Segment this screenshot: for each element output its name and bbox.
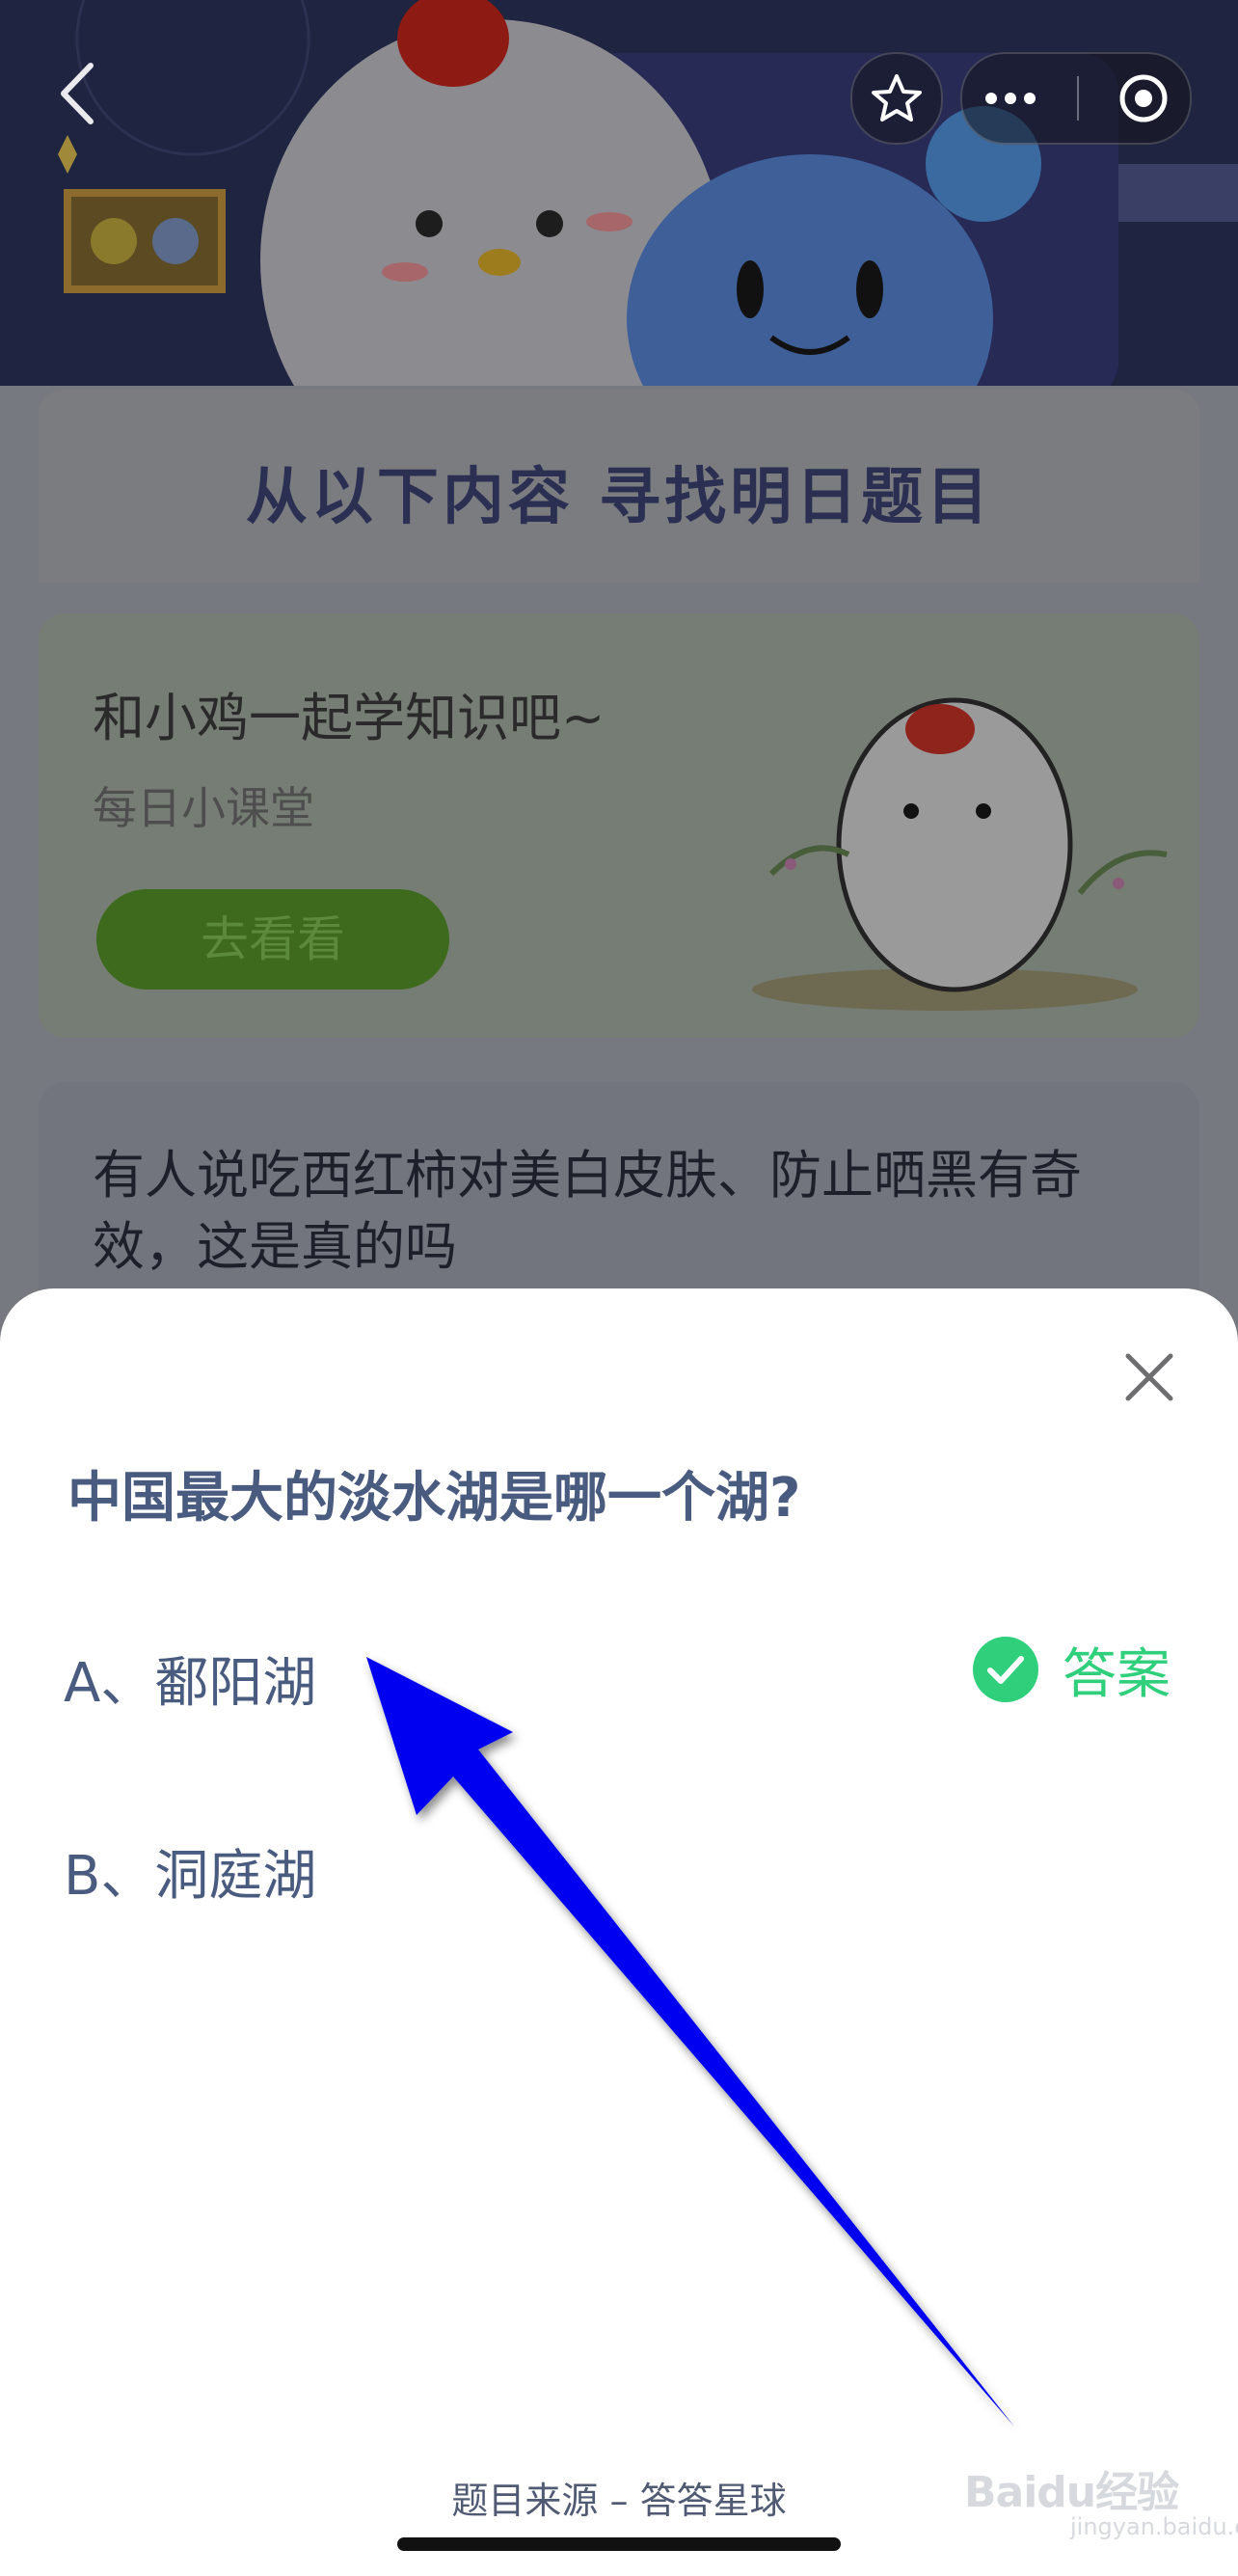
- lesson-card-title: 和小鸡一起学知识吧~: [93, 688, 606, 748]
- option-a[interactable]: A、鄱阳湖: [64, 1640, 316, 1718]
- lesson-card-subtitle: 每日小课堂: [93, 782, 314, 834]
- question-card-text: 有人说吃西红柿对美白皮肤、防止晒黑有奇效，这是真的吗: [93, 1145, 1082, 1277]
- chevron-left-icon[interactable]: [48, 60, 106, 127]
- find-question-board: 从以下内容 寻找明日题目: [39, 390, 1199, 583]
- star-icon: [872, 74, 922, 122]
- option-b[interactable]: B、洞庭湖: [64, 1832, 316, 1911]
- board-title: 从以下内容 寻找明日题目: [245, 462, 993, 533]
- mini-program-capsule: [960, 52, 1192, 145]
- lesson-card[interactable]: 和小鸡一起学知识吧~ 每日小课堂 去看看: [39, 613, 1199, 1038]
- more-dots-icon[interactable]: [982, 89, 1039, 108]
- home-indicator: [397, 2537, 841, 2551]
- quiz-question: 中国最大的淡水湖是哪一个湖?: [67, 1467, 801, 1530]
- close-icon[interactable]: [1122, 1350, 1176, 1404]
- check-circle-icon: [973, 1637, 1038, 1702]
- chicken-illustration: [752, 697, 1168, 1011]
- watermark-logo: Baidu经验: [964, 2468, 1179, 2517]
- capsule-divider: [1076, 76, 1079, 121]
- answer-label: 答案: [1063, 1642, 1171, 1706]
- target-circle-icon[interactable]: [1117, 71, 1171, 125]
- watermark-domain: jingyan.baidu.com: [1070, 2513, 1238, 2540]
- favorite-button[interactable]: [850, 52, 943, 145]
- go-see-button[interactable]: 去看看: [96, 889, 449, 990]
- answer-badge: 答案: [972, 1636, 1171, 1706]
